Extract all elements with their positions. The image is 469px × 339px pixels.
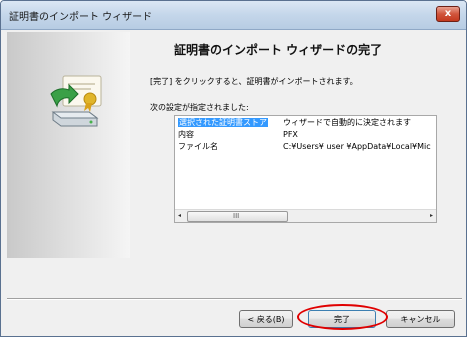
horizontal-scrollbar[interactable]: ◂ III ▸	[175, 209, 436, 222]
title-bar: 証明書のインポート ウィザード x	[1, 1, 466, 30]
main-panel: 証明書のインポート ウィザードの完了 [完了] をクリックすると、証明書がインポ…	[134, 32, 462, 258]
list-cell-label: ファイル名	[178, 142, 218, 151]
side-panel	[7, 32, 130, 258]
list-cell-label: 内容	[178, 130, 194, 139]
grip-icon: III	[233, 212, 240, 220]
settings-list[interactable]: 選択された証明書ストア ウィザードで自動的に決定されます 内容 PFX ファイル…	[174, 115, 437, 223]
list-cell-value: C:¥Users¥ user ¥AppData¥Local¥Mic	[283, 142, 431, 151]
window-title: 証明書のインポート ウィザード	[9, 12, 153, 23]
close-icon: x	[444, 8, 452, 19]
scroll-left-icon[interactable]: ◂	[178, 212, 181, 219]
cancel-button[interactable]: キャンセル	[386, 310, 455, 328]
list-cell-value: PFX	[283, 130, 298, 139]
list-cell-label: 選択された証明書ストア	[178, 118, 268, 127]
finish-button[interactable]: 完了	[308, 310, 376, 328]
back-button[interactable]: < 戻る(B)	[239, 310, 293, 328]
certificate-import-icon	[43, 72, 107, 136]
scroll-thumb[interactable]: III	[187, 211, 288, 222]
scroll-right-icon[interactable]: ▸	[430, 212, 433, 219]
wizard-window: 証明書のインポート ウィザード x 証明書のインポート ウィザードの完了 [完了…	[0, 0, 467, 337]
instruction-text: [完了] をクリックすると、証明書がインポートされます。	[150, 77, 358, 86]
list-cell-value: ウィザードで自動的に決定されます	[283, 118, 411, 127]
footer-divider	[7, 298, 462, 300]
page-title: 証明書のインポート ウィザードの完了	[174, 43, 383, 57]
settings-label: 次の設定が指定されました:	[150, 103, 249, 112]
close-button[interactable]: x	[436, 6, 460, 22]
